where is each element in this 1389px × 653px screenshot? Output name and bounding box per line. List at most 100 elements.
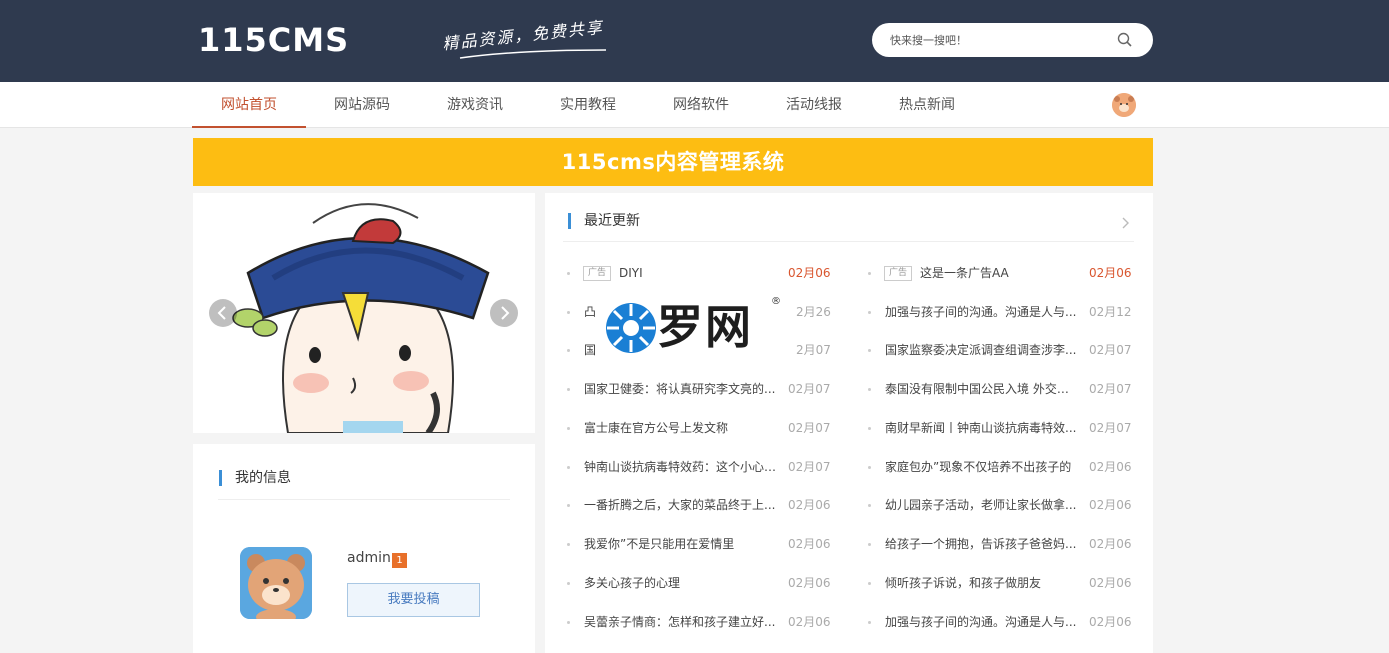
bullet (868, 349, 871, 352)
news-date: 02月06 (788, 537, 831, 551)
list-item[interactable]: 国家监察委决定派调查组调查涉李... 02月07 (868, 340, 1143, 360)
nav-news[interactable]: 热点新闻 (870, 82, 984, 128)
top-header: 115CMS 精品资源，免费共享 (0, 0, 1389, 82)
news-title[interactable]: DIYI (619, 263, 769, 283)
chevron-left-icon (217, 306, 226, 320)
level-badge: 1 (392, 553, 407, 568)
bullet (868, 582, 871, 585)
ad-tag: 广告 (884, 266, 913, 281)
news-title[interactable]: 多关心孩子的心理 (584, 573, 778, 593)
watermark-text: 罗网 (657, 300, 753, 354)
search-input[interactable] (890, 31, 1110, 49)
list-item[interactable]: 广告 DIYI 02月06 (567, 263, 842, 283)
username: admin (347, 550, 391, 566)
news-title[interactable]: 富士康在官方公号上发文称 (584, 418, 778, 438)
user-info-panel: 我的信息 admin 1 我要投稿 (193, 444, 535, 653)
bullet (567, 311, 570, 314)
site-slogan: 精品资源，免费共享 (440, 10, 610, 66)
registered-mark: ® (771, 296, 781, 307)
news-date: 02月06 (1089, 537, 1132, 551)
news-title[interactable]: 幼儿园亲子活动，老师让家长做拿... (885, 495, 1079, 515)
bullet (868, 388, 871, 391)
list-item[interactable]: 幼儿园亲子活动，老师让家长做拿... 02月06 (868, 495, 1143, 515)
news-date: 02月12 (1089, 305, 1132, 319)
list-item[interactable]: 加强与孩子间的沟通。沟通是人与... 02月06 (868, 612, 1143, 632)
recent-updates-panel: 最近更新 广告 DIYI 02月06 凸 2月26 国 2月07 国家卫健委：将… (545, 193, 1153, 653)
cartoon-character-image (193, 193, 535, 433)
news-date: 02月07 (1089, 382, 1132, 396)
list-item[interactable]: 我爱你”不是只能用在爱情里 02月06 (567, 534, 842, 554)
news-title[interactable]: 吴蕾亲子情商：怎样和孩子建立好... (584, 612, 778, 632)
news-title[interactable]: 国家监察委决定派调查组调查涉李... (885, 340, 1079, 360)
recent-updates-title: 最近更新 (568, 213, 640, 229)
bear-icon (1112, 93, 1136, 117)
bullet (868, 272, 871, 275)
news-title[interactable]: 这是一条广告AA (920, 263, 1070, 283)
news-title[interactable]: 加强与孩子间的沟通。沟通是人与... (885, 302, 1079, 322)
list-item[interactable]: 广告 这是一条广告AA 02月06 (868, 263, 1143, 283)
news-date: 02月06 (1089, 576, 1132, 590)
news-title[interactable]: 一番折腾之后，大家的菜品终于上... (584, 495, 778, 515)
watermark-emblem-icon (606, 303, 656, 353)
news-title[interactable]: 我爱你”不是只能用在爱情里 (584, 534, 778, 554)
image-slider[interactable] (193, 193, 535, 433)
nav-games[interactable]: 游戏资讯 (418, 82, 532, 128)
news-date: 02月07 (788, 382, 831, 396)
news-title[interactable]: 倾听孩子诉说，和孩子做朋友 (885, 573, 1079, 593)
nav-source[interactable]: 网站源码 (305, 82, 419, 128)
submit-post-button[interactable]: 我要投稿 (347, 583, 480, 617)
list-item[interactable]: 多关心孩子的心理 02月06 (567, 573, 842, 593)
list-item[interactable]: 加强与孩子间的沟通。沟通是人与... 02月12 (868, 302, 1143, 322)
bullet (567, 349, 570, 352)
user-avatar-small[interactable] (1112, 93, 1136, 117)
user-panel-title: 我的信息 (219, 470, 291, 486)
news-title[interactable]: 给孩子一个拥抱，告诉孩子爸爸妈... (885, 534, 1079, 554)
list-item[interactable]: 给孩子一个拥抱，告诉孩子爸爸妈... 02月06 (868, 534, 1143, 554)
main-nav: 网站首页 网站源码 游戏资讯 实用教程 网络软件 活动线报 热点新闻 (0, 82, 1389, 128)
bullet (868, 504, 871, 507)
list-item[interactable]: 倾听孩子诉说，和孩子做朋友 02月06 (868, 573, 1143, 593)
divider (563, 241, 1134, 242)
list-item[interactable]: 吴蕾亲子情商：怎样和孩子建立好... 02月06 (567, 612, 842, 632)
news-title[interactable]: 加强与孩子间的沟通。沟通是人与... (885, 612, 1079, 632)
bullet (567, 621, 570, 624)
bullet (868, 427, 871, 430)
news-title[interactable]: 泰国没有限制中国公民入境 外交部... (885, 379, 1079, 399)
news-title[interactable]: 南财早新闻丨钟南山谈抗病毒特效... (885, 418, 1079, 438)
list-item[interactable]: 家庭包办”现象不仅培养不出孩子的 02月06 (868, 457, 1143, 477)
divider (218, 499, 510, 500)
bullet (567, 427, 570, 430)
nav-events[interactable]: 活动线报 (757, 82, 871, 128)
avatar[interactable] (240, 547, 312, 619)
list-item[interactable]: 钟南山谈抗病毒特效药：这个小心 ... 02月07 (567, 457, 842, 477)
search-icon[interactable] (1116, 31, 1134, 49)
ad-tag: 广告 (583, 266, 612, 281)
news-title[interactable]: 钟南山谈抗病毒特效药：这个小心 ... (584, 457, 778, 477)
nav-home[interactable]: 网站首页 (192, 82, 306, 128)
more-chevron-icon[interactable] (1119, 216, 1131, 230)
list-item[interactable]: 富士康在官方公号上发文称 02月07 (567, 418, 842, 438)
promo-banner[interactable]: 115cms内容管理系统 (193, 138, 1153, 186)
list-item[interactable]: 南财早新闻丨钟南山谈抗病毒特效... 02月07 (868, 418, 1143, 438)
news-date: 02月06 (1089, 460, 1132, 474)
news-title[interactable]: 国家卫健委：将认真研究李文亮的... (584, 379, 778, 399)
bullet (567, 466, 570, 469)
news-date: 02月06 (788, 266, 831, 280)
site-logo[interactable]: 115CMS (198, 20, 349, 60)
slider-next-button[interactable] (490, 299, 518, 327)
news-date: 02月07 (788, 421, 831, 435)
bullet (567, 388, 570, 391)
news-date: 02月06 (1089, 498, 1132, 512)
bullet (868, 466, 871, 469)
bullet (868, 543, 871, 546)
list-item[interactable]: 泰国没有限制中国公民入境 外交部... 02月07 (868, 379, 1143, 399)
list-item[interactable]: 国家卫健委：将认真研究李文亮的... 02月07 (567, 379, 842, 399)
nav-tutorials[interactable]: 实用教程 (531, 82, 645, 128)
list-item[interactable]: 一番折腾之后，大家的菜品终于上... 02月06 (567, 495, 842, 515)
news-title[interactable]: 家庭包办”现象不仅培养不出孩子的 (885, 457, 1079, 477)
slogan-underline (459, 49, 607, 59)
slider-prev-button[interactable] (209, 299, 237, 327)
news-date: 02月07 (1089, 343, 1132, 357)
news-date: 02月06 (1089, 615, 1132, 629)
nav-software[interactable]: 网络软件 (644, 82, 758, 128)
